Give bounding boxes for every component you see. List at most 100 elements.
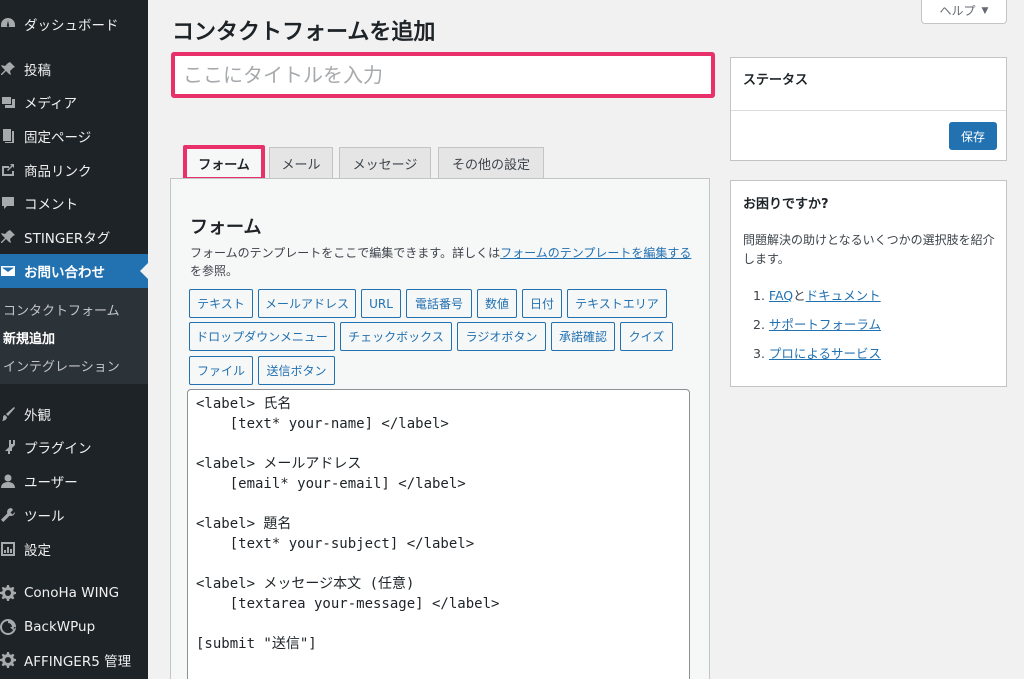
sidebar-item-dashboard[interactable]: ダッシュボード: [0, 7, 148, 41]
tag-button-number[interactable]: 数値: [477, 289, 517, 318]
media-icon: [0, 94, 16, 110]
sidebar-item-label: 商品リンク: [24, 164, 92, 180]
page-icon: [0, 128, 16, 144]
form-title-input[interactable]: [171, 52, 715, 98]
sidebar-item-settings[interactable]: 設定: [0, 532, 148, 566]
sidebar-item-product-links[interactable]: 商品リンク: [0, 153, 148, 187]
help-label: ヘルプ: [939, 4, 976, 18]
tag-button-dropdown[interactable]: ドロップダウンメニュー: [189, 322, 335, 351]
tag-button-text[interactable]: テキスト: [189, 289, 253, 318]
divider: [731, 110, 1006, 111]
tag-button-file[interactable]: ファイル: [189, 356, 253, 385]
tag-button-checkbox[interactable]: チェックボックス: [340, 322, 452, 351]
help-box-title: お困りですか?: [743, 197, 829, 212]
sidebar-item-comments[interactable]: コメント: [0, 186, 148, 220]
sidebar-item-label: STINGERタグ: [24, 231, 111, 247]
sidebar-item-label: コメント: [24, 197, 78, 213]
contact-submenu: コンタクトフォーム 新規追加 インテグレーション: [0, 288, 148, 384]
tag-button-tel[interactable]: 電話番号: [406, 289, 472, 318]
help-box: お困りですか? 問題解決の助けとなるいくつかの選択肢を紹介します。 1. FAQ…: [730, 180, 1007, 387]
list-number: 2.: [753, 317, 765, 332]
form-template-editor[interactable]: <label> 氏名 [text* your-name] </label> <l…: [187, 389, 690, 679]
sidebar-item-label: BackWPup: [24, 619, 96, 635]
user-icon: [0, 473, 16, 489]
tag-button-email[interactable]: メールアドレス: [258, 289, 356, 318]
sidebar-item-stinger-tags[interactable]: STINGERタグ: [0, 220, 148, 254]
sidebar-item-label: お問い合わせ: [24, 265, 105, 281]
backup-icon: [0, 619, 16, 635]
submenu-integration[interactable]: インテグレーション: [3, 356, 120, 375]
comment-icon: [0, 195, 16, 211]
sidebar-item-plugins[interactable]: プラグイン: [0, 430, 148, 464]
submenu-add-new[interactable]: 新規追加: [3, 328, 55, 347]
sidebar-item-affinger5[interactable]: AFFINGER5 管理: [0, 643, 148, 677]
sidebar-item-posts[interactable]: 投稿: [0, 52, 148, 86]
caret-down-icon: ▼: [981, 5, 989, 16]
tag-button-radio[interactable]: ラジオボタン: [457, 322, 546, 351]
sidebar-item-label: 設定: [24, 543, 51, 559]
description-suffix: を参照。: [190, 264, 239, 278]
tag-button-date[interactable]: 日付: [522, 289, 562, 318]
sidebar-item-users[interactable]: ユーザー: [0, 464, 148, 498]
mail-icon: [0, 263, 16, 279]
dashboard-icon: [0, 16, 16, 32]
help-list-item: 2. サポートフォーラム: [753, 314, 881, 333]
admin-sidebar: ダッシュボード 投稿 メディア 固定ページ 商品リンク コメント STINGER…: [0, 0, 148, 679]
pin-icon: [0, 61, 16, 77]
sidebar-item-label: ConoHa WING: [24, 585, 120, 601]
help-tab-button[interactable]: ヘルプ ▼: [921, 0, 1007, 24]
sidebar-item-label: AFFINGER5 管理: [24, 654, 132, 670]
tab-additional-settings[interactable]: その他の設定: [438, 147, 544, 179]
link-icon: [0, 162, 16, 178]
tag-button-quiz[interactable]: クイズ: [620, 322, 673, 351]
tag-button-textarea[interactable]: テキストエリア: [567, 289, 667, 318]
pro-services-link[interactable]: プロによるサービス: [769, 346, 881, 361]
sidebar-item-backwpup[interactable]: BackWPup: [0, 610, 148, 644]
list-number: 3.: [753, 346, 765, 361]
sidebar-item-label: メディア: [24, 96, 78, 112]
support-forum-link[interactable]: サポートフォーラム: [769, 317, 881, 332]
tag-button-submit[interactable]: 送信ボタン: [258, 356, 335, 385]
gear-icon: [0, 585, 16, 601]
tag-button-acceptance[interactable]: 承諾確認: [551, 322, 615, 351]
sidebar-item-label: 外観: [24, 408, 51, 424]
sidebar-item-contact[interactable]: お問い合わせ: [0, 254, 148, 288]
form-heading: フォーム: [190, 217, 262, 238]
sidebar-item-label: 固定ページ: [24, 130, 92, 146]
sidebar-item-tools[interactable]: ツール: [0, 498, 148, 532]
page-title: コンタクトフォームを追加: [172, 20, 436, 45]
docs-link[interactable]: ドキュメント: [806, 288, 881, 303]
description-text: フォームのテンプレートをここで編集できます。詳しくは: [190, 246, 501, 260]
plugin-icon: [0, 439, 16, 455]
tag-button-url[interactable]: URL: [361, 289, 401, 318]
form-panel: フォーム フォームのテンプレートをここで編集できます。詳しくはフォームのテンプレ…: [170, 178, 710, 679]
brush-icon: [0, 406, 16, 422]
sidebar-item-appearance[interactable]: 外観: [0, 397, 148, 431]
faq-link[interactable]: FAQ: [769, 288, 793, 303]
submenu-contact-forms[interactable]: コンタクトフォーム: [3, 300, 120, 319]
save-button[interactable]: 保存: [949, 122, 997, 150]
sidebar-item-label: ダッシュボード: [24, 18, 119, 34]
pin-icon: [0, 229, 16, 245]
conjunction-text: と: [793, 288, 806, 303]
sidebar-item-media[interactable]: メディア: [0, 85, 148, 119]
sidebar-item-conoha-wing[interactable]: ConoHa WING: [0, 576, 148, 610]
sidebar-item-label: プラグイン: [24, 441, 92, 457]
list-number: 1.: [753, 288, 765, 303]
settings-icon: [0, 541, 16, 557]
help-list-item: 1. FAQとドキュメント: [753, 285, 881, 304]
help-box-description: 問題解決の助けとなるいくつかの選択肢を紹介します。: [743, 233, 995, 266]
tab-messages[interactable]: メッセージ: [339, 147, 431, 179]
sidebar-item-label: ツール: [24, 509, 65, 525]
help-list-item: 3. プロによるサービス: [753, 343, 881, 362]
status-title: ステータス: [743, 73, 809, 88]
wrench-icon: [0, 507, 16, 523]
template-docs-link[interactable]: フォームのテンプレートを編集する: [500, 246, 691, 260]
tab-form[interactable]: フォーム: [183, 145, 265, 181]
tab-mail[interactable]: メール: [269, 147, 333, 179]
sidebar-item-label: ユーザー: [24, 475, 78, 491]
sidebar-item-pages[interactable]: 固定ページ: [0, 119, 148, 153]
gear-icon: [0, 652, 16, 668]
form-description: フォームのテンプレートをここで編集できます。詳しくはフォームのテンプレートを編集…: [190, 244, 695, 280]
sidebar-item-label: 投稿: [24, 63, 51, 79]
